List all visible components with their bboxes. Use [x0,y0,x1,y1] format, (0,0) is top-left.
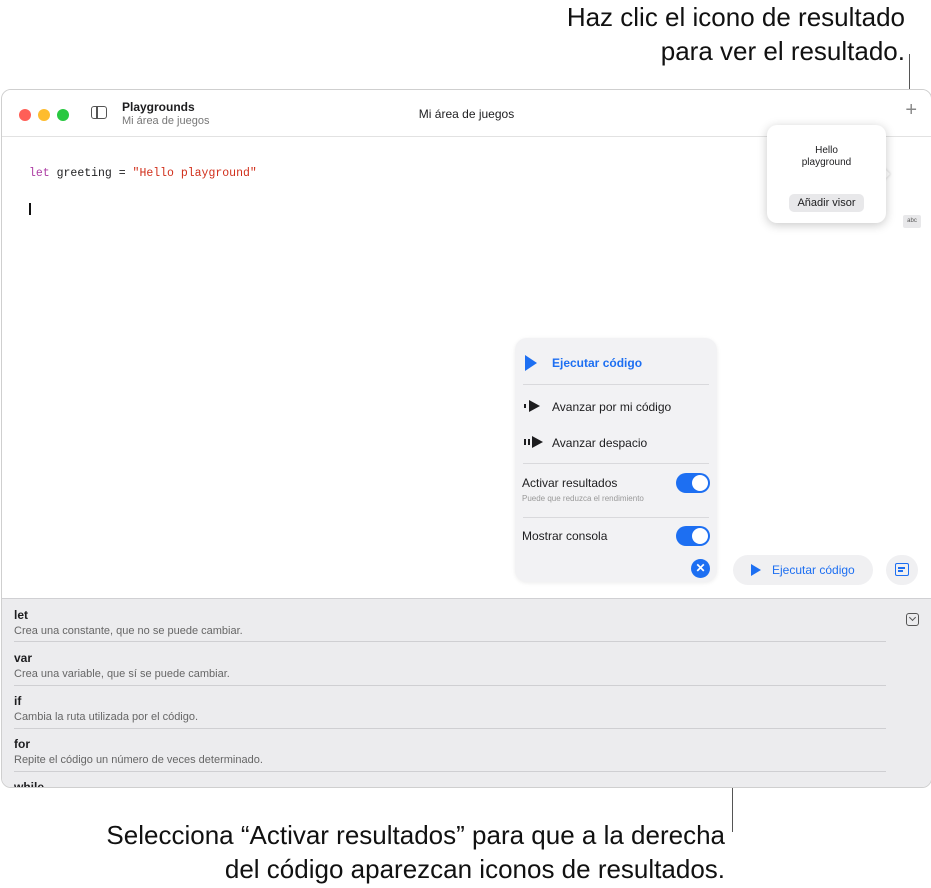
shortcut-name: while [14,780,45,788]
list-divider [14,685,886,686]
menu-divider [523,517,709,518]
show-console-label: Mostrar consola [522,529,608,543]
collapse-shortcuts-icon[interactable] [906,613,919,626]
step-slowly-icon [524,436,543,448]
menu-step-slowly[interactable]: Avanzar despacio [552,436,647,450]
result-icon[interactable]: abc [903,215,921,228]
shortcut-desc: Crea una variable, que sí se puede cambi… [14,668,230,680]
toggle-knob [692,475,708,491]
add-icon[interactable]: + [905,100,917,120]
result-popover: Hello playground Añadir visor [767,125,886,223]
shortcut-desc: Cambia la ruta utilizada por el código. [14,711,199,723]
code-line[interactable]: let greeting = "Hello playground" [29,167,257,180]
list-divider [14,728,886,729]
callout-top-line1: Haz clic el icono de resultado [566,2,905,32]
shortcut-name: var [14,651,33,665]
result-value: Hello playground [767,145,886,169]
enable-results-label: Activar resultados [522,476,618,490]
play-icon [525,355,537,371]
enable-results-toggle[interactable] [676,473,710,493]
list-divider [14,641,886,642]
callout-top-line2: para ver el resultado. [660,36,905,66]
result-value-line1: Hello [815,145,838,156]
result-value-line2: playground [801,157,852,168]
menu-divider [523,384,709,385]
list-item[interactable]: if Cambia la ruta utilizada por el códig… [14,694,886,723]
step-through-icon [524,400,540,412]
run-code-label: Ejecutar código [772,563,855,577]
console-icon [895,563,909,576]
enable-results-hint: Puede que reduzca el rendimiento [522,494,644,503]
shortcut-name: let [14,608,29,622]
callout-bottom-line1: Selecciona “Activar resultados” para que… [106,820,725,850]
run-code-button[interactable]: Ejecutar código [733,555,873,585]
callout-enable-results: Selecciona “Activar resultados” para que… [5,818,725,886]
list-item[interactable]: var Crea una variable, que sí se puede c… [14,651,886,680]
text-caret [29,203,31,215]
toggle-knob [692,528,708,544]
menu-divider [523,463,709,464]
console-button[interactable] [886,555,918,585]
code-keyword: let [29,167,50,180]
code-text: greeting = [49,167,133,180]
list-item[interactable]: while [14,780,886,788]
document-title: Mi área de juegos [418,107,515,121]
shortcut-desc: Crea una constante, que no se puede camb… [14,625,243,637]
playgrounds-window: Playgrounds Mi área de juegos Mi área de… [1,89,931,788]
shortcut-name: for [14,737,30,751]
menu-run-code[interactable]: Ejecutar código [552,356,642,370]
run-options-menu: Ejecutar código Avanzar por mi código Av… [515,338,717,582]
list-item[interactable]: for Repite el código un número de veces … [14,737,886,766]
callout-result-icon: Haz clic el icono de resultado para ver … [385,0,905,68]
list-divider [14,771,886,772]
list-item[interactable]: let Crea una constante, que no se puede … [14,608,886,637]
shortcut-name: if [14,694,22,708]
callout-bottom-line2: del código aparezcan iconos de resultado… [224,854,725,884]
shortcut-bar: let Crea una constante, que no se puede … [2,598,931,787]
add-viewer-button[interactable]: Añadir visor [789,194,864,212]
menu-step-through[interactable]: Avanzar por mi código [552,400,671,414]
close-menu-icon[interactable]: ✕ [691,559,710,578]
shortcut-desc: Repite el código un número de veces dete… [14,754,263,766]
play-icon [751,564,761,576]
code-string: "Hello playground" [132,167,257,180]
show-console-toggle[interactable] [676,526,710,546]
